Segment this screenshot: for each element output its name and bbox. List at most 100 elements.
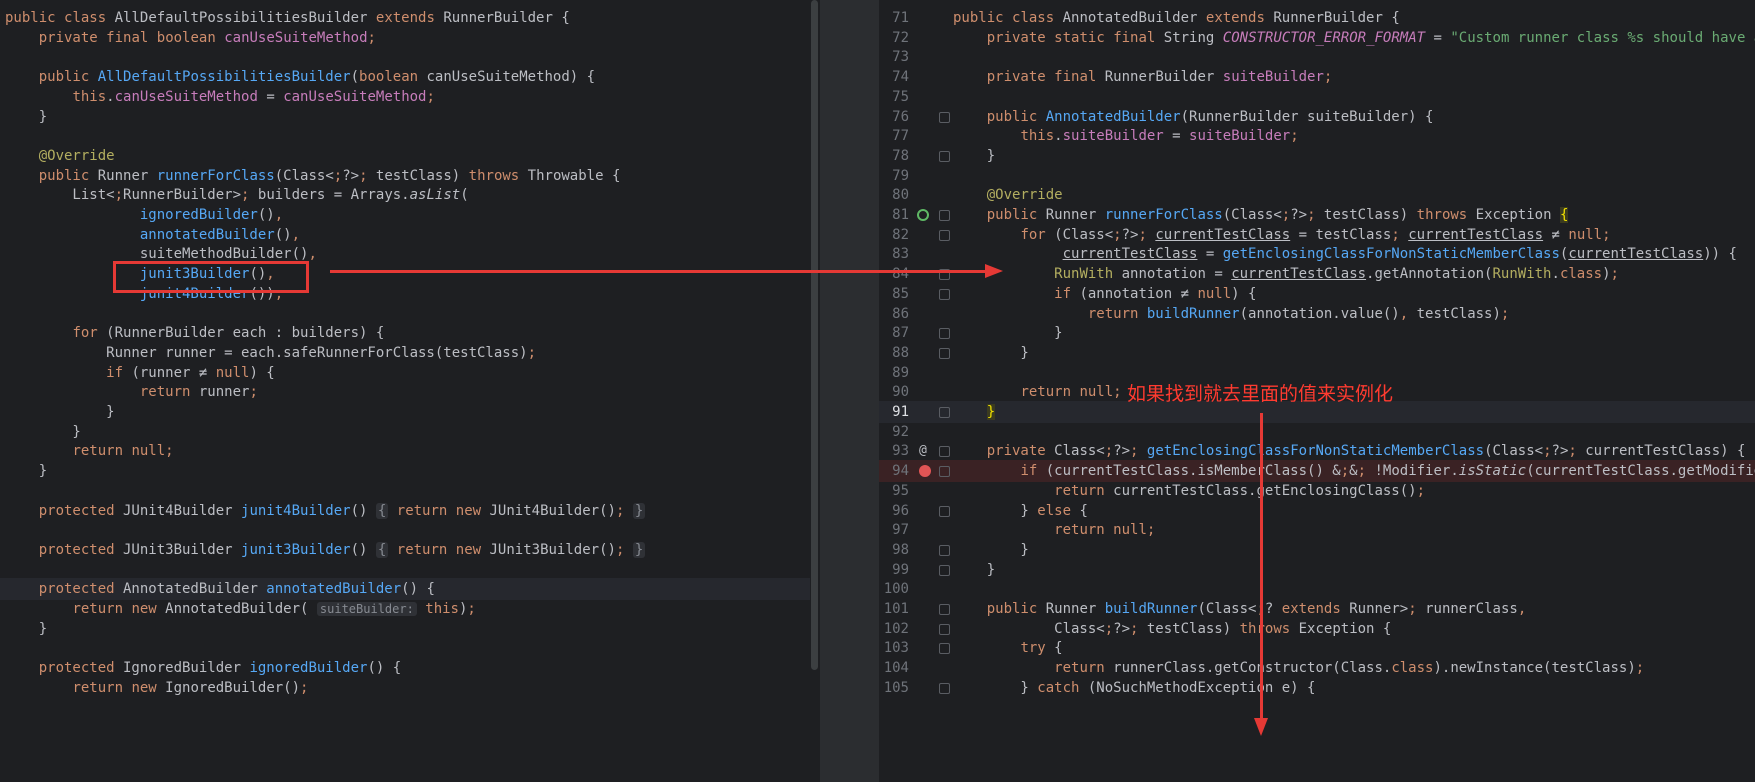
right-code-line[interactable]: 82 for (Class<;?>; currentTestClass = te… xyxy=(879,224,1755,246)
breakpoint-icon[interactable] xyxy=(919,465,931,478)
line-number[interactable]: 74 xyxy=(879,66,909,88)
right-code-line[interactable]: 96 } else { xyxy=(879,500,1755,522)
line-number[interactable]: 72 xyxy=(879,27,909,49)
left-code-line[interactable]: return new IgnoredBuilder(); xyxy=(0,677,810,699)
line-number[interactable]: 85 xyxy=(879,283,909,305)
right-code-line[interactable]: 101 public Runner buildRunner(Class<;? e… xyxy=(879,598,1755,620)
right-code-line[interactable]: 98 } xyxy=(879,539,1755,561)
left-code-line[interactable]: return new AnnotatedBuilder( suiteBuilde… xyxy=(0,598,810,620)
right-code-line[interactable]: 79 xyxy=(879,165,1755,187)
left-code-line[interactable]: protected JUnit4Builder junit4Builder() … xyxy=(0,500,810,522)
fold-icon[interactable] xyxy=(939,643,950,655)
left-code-line[interactable]: protected JUnit3Builder junit3Builder() … xyxy=(0,539,810,561)
left-code-line[interactable] xyxy=(0,519,810,541)
right-code-line[interactable]: 92 xyxy=(879,421,1755,443)
left-code-line[interactable]: protected AnnotatedBuilder annotatedBuil… xyxy=(0,578,810,601)
override-gutter-icon[interactable] xyxy=(917,209,929,221)
right-code-line[interactable]: 71 public class AnnotatedBuilder extends … xyxy=(879,7,1755,29)
line-number[interactable]: 103 xyxy=(879,637,909,659)
fold-icon[interactable] xyxy=(939,229,950,241)
line-number[interactable]: 76 xyxy=(879,106,909,128)
left-code-line[interactable]: List<;RunnerBuilder>; builders = Arrays.… xyxy=(0,184,810,206)
fold-icon[interactable] xyxy=(939,564,950,576)
line-number[interactable]: 101 xyxy=(879,598,909,620)
right-code-line[interactable]: 74 private final RunnerBuilder suiteBuil… xyxy=(879,66,1755,88)
line-number[interactable]: 98 xyxy=(879,539,909,561)
fold-icon[interactable] xyxy=(939,604,950,615)
line-number[interactable]: 79 xyxy=(879,165,909,187)
fold-icon[interactable] xyxy=(939,407,950,418)
right-code-line[interactable]: 78 } xyxy=(879,145,1755,167)
right-code-line[interactable]: 72 private static final String CONSTRUCT… xyxy=(879,27,1755,49)
line-number[interactable]: 94 xyxy=(879,460,909,482)
line-number[interactable]: 88 xyxy=(879,342,909,364)
line-number[interactable]: 89 xyxy=(879,362,909,384)
left-code-line[interactable]: } xyxy=(0,106,810,128)
left-code-line[interactable]: } xyxy=(0,618,810,640)
fold-icon[interactable] xyxy=(939,210,950,221)
line-number[interactable]: 84 xyxy=(879,263,909,285)
line-number[interactable]: 77 xyxy=(879,125,909,147)
line-number[interactable]: 78 xyxy=(879,145,909,167)
line-number[interactable]: 86 xyxy=(879,303,909,325)
line-number[interactable]: 95 xyxy=(879,480,909,502)
line-number[interactable]: 83 xyxy=(879,243,909,265)
left-code-line[interactable] xyxy=(0,559,810,581)
left-code-line[interactable] xyxy=(0,480,810,502)
left-code-line[interactable]: } xyxy=(0,421,810,443)
right-code-line[interactable]: 75 xyxy=(879,86,1755,108)
fold-icon[interactable] xyxy=(939,623,950,635)
left-code-line[interactable]: Runner runner = each.safeRunnerForClass(… xyxy=(0,342,810,364)
right-code-line[interactable]: 104 return runnerClass.getConstructor(Cl… xyxy=(879,657,1755,679)
left-code-line[interactable]: } xyxy=(0,401,810,423)
line-number[interactable]: 80 xyxy=(879,184,909,206)
line-number[interactable]: 87 xyxy=(879,322,909,344)
right-code-line[interactable]: 95 return currentTestClass.getEnclosingC… xyxy=(879,480,1755,502)
right-code-line[interactable]: 102 Class<;?>; testClass) throws Excepti… xyxy=(879,618,1755,640)
right-code-line[interactable]: 77 this.suiteBuilder = suiteBuilder; xyxy=(879,125,1755,147)
left-code-line[interactable]: if (runner ≠ null) { xyxy=(0,362,810,384)
right-code-line[interactable]: 99 } xyxy=(879,559,1755,581)
left-code-line[interactable]: return null; xyxy=(0,440,810,462)
fold-icon[interactable] xyxy=(939,682,950,694)
left-code-line[interactable]: for (RunnerBuilder each : builders) { xyxy=(0,322,810,344)
left-code-line[interactable]: this.canUseSuiteMethod = canUseSuiteMeth… xyxy=(0,86,810,108)
right-code-line[interactable]: 88 } xyxy=(879,342,1755,364)
fold-icon[interactable] xyxy=(939,111,950,123)
line-number[interactable]: 82 xyxy=(879,224,909,246)
left-code-line[interactable]: private final boolean canUseSuiteMethod; xyxy=(0,27,810,49)
fold-icon[interactable] xyxy=(939,150,950,162)
fold-icon[interactable] xyxy=(939,466,950,478)
right-code-line[interactable]: 105 } catch (NoSuchMethodException e) { xyxy=(879,677,1755,699)
left-code-line[interactable] xyxy=(0,303,810,325)
line-number[interactable]: 73 xyxy=(879,46,909,68)
fold-icon[interactable] xyxy=(939,328,950,340)
line-number[interactable]: 93 xyxy=(879,440,909,462)
left-code-line[interactable]: public Runner runnerForClass(Class<;?>; … xyxy=(0,165,810,187)
right-code-line[interactable]: 76 public AnnotatedBuilder(RunnerBuilder… xyxy=(879,106,1755,128)
right-code-line[interactable]: 85 if (annotation ≠ null) { xyxy=(879,283,1755,305)
line-number[interactable]: 100 xyxy=(879,578,909,600)
right-code-line[interactable]: 86 return buildRunner(annotation.value()… xyxy=(879,303,1755,325)
line-number[interactable]: 92 xyxy=(879,421,909,443)
left-code-line[interactable] xyxy=(0,637,810,659)
right-code-line[interactable]: 100 xyxy=(879,578,1755,600)
line-number[interactable]: 90 xyxy=(879,381,909,403)
left-code-line[interactable]: @Override xyxy=(0,145,810,167)
left-code-line[interactable] xyxy=(0,125,810,147)
right-code-line[interactable]: 87 } xyxy=(879,322,1755,344)
fold-icon[interactable] xyxy=(939,544,950,556)
right-code-line[interactable]: 94 if (currentTestClass.isMemberClass() … xyxy=(879,460,1755,483)
right-code-line[interactable]: 83 currentTestClass = getEnclosingClassF… xyxy=(879,243,1755,265)
fold-icon[interactable] xyxy=(939,288,950,300)
right-code-line[interactable]: 73 xyxy=(879,46,1755,68)
line-number[interactable]: 102 xyxy=(879,618,909,640)
editor-splitter[interactable] xyxy=(820,0,1688,782)
line-number[interactable]: 96 xyxy=(879,500,909,522)
right-code-line[interactable]: 93 private Class<;?>; getEnclosingClassF… xyxy=(879,440,1755,462)
left-editor-pane[interactable]: public class AllDefaultPossibilitiesBuil… xyxy=(0,0,820,782)
left-code-line[interactable]: public AllDefaultPossibilitiesBuilder(bo… xyxy=(0,66,810,88)
right-code-line[interactable]: 97 return null; xyxy=(879,519,1755,541)
fold-icon[interactable] xyxy=(939,347,950,359)
annotation-gutter-icon[interactable]: @ xyxy=(919,440,927,462)
